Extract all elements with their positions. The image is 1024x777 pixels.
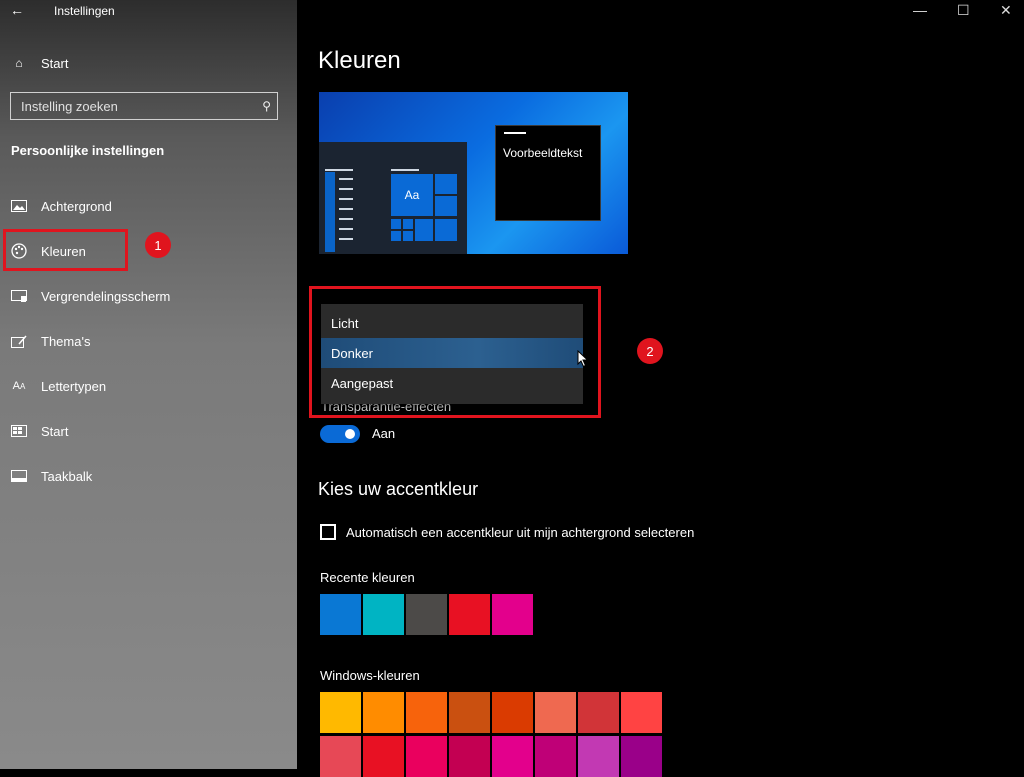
back-arrow-icon[interactable]: ←	[10, 2, 24, 18]
main-content: — ☐ ✕ Kleuren Aa Voorbeeldtekst Transpar…	[297, 0, 1024, 777]
color-swatch[interactable]	[535, 736, 576, 777]
color-swatch[interactable]	[449, 736, 490, 777]
color-swatch[interactable]	[578, 736, 619, 777]
sidebar-item-vergrendelingsscherm[interactable]: Vergrendelingsscherm	[0, 276, 297, 316]
font-icon: AA	[12, 380, 26, 392]
preview-tile	[403, 219, 413, 229]
preview-line	[391, 169, 419, 171]
color-swatch[interactable]	[320, 594, 361, 635]
preview-line	[339, 208, 353, 210]
preview-sample-text: Voorbeeldtekst	[503, 146, 583, 160]
color-swatch[interactable]	[492, 692, 533, 733]
search-input[interactable]	[11, 97, 253, 115]
search-box[interactable]: ⚲	[10, 92, 278, 120]
preview-line	[339, 178, 353, 180]
recent-colors-label: Recente kleuren	[320, 570, 415, 585]
preview-tile	[435, 196, 457, 216]
sidebar-item-label: Lettertypen	[41, 378, 107, 394]
sidebar-item-achtergrond[interactable]: Achtergrond	[0, 186, 297, 226]
nav-home-label: Start	[41, 55, 69, 71]
theme-preview: Aa Voorbeeldtekst	[319, 92, 628, 254]
color-swatch[interactable]	[449, 594, 490, 635]
section-title: Persoonlijke instellingen	[11, 143, 165, 158]
sidebar: ← Instellingen ⌂ Start ⚲ Persoonlijke in…	[0, 0, 297, 769]
color-swatch[interactable]	[406, 692, 447, 733]
preview-tile	[435, 219, 457, 241]
color-swatch[interactable]	[535, 692, 576, 733]
sidebar-item-label: Achtergrond	[41, 198, 112, 214]
color-swatch[interactable]	[621, 736, 662, 777]
windows-colors-label: Windows-kleuren	[320, 668, 420, 683]
home-icon: ⌂	[15, 56, 23, 70]
sidebar-item-themas[interactable]: Thema's	[0, 321, 297, 361]
color-swatch[interactable]	[363, 692, 404, 733]
transparency-toggle[interactable]	[320, 425, 360, 443]
color-swatch[interactable]	[406, 594, 447, 635]
preview-tile	[391, 219, 401, 229]
preview-tile	[415, 219, 433, 241]
sidebar-item-label: Taakbalk	[41, 468, 93, 484]
sidebar-item-start[interactable]: Start	[0, 411, 297, 451]
color-swatch[interactable]	[621, 692, 662, 733]
annotation-box-2	[309, 286, 601, 418]
preview-taskbar	[325, 172, 335, 252]
title-bar: ← Instellingen	[0, 0, 297, 22]
preview-line	[339, 228, 353, 230]
sidebar-item-taakbalk[interactable]: Taakbalk	[0, 456, 297, 496]
annotation-badge-2: 2	[637, 338, 663, 364]
sidebar-item-label: Thema's	[41, 333, 91, 349]
color-swatch[interactable]	[320, 736, 361, 777]
preview-start-menu: Aa	[319, 142, 467, 254]
annotation-box-1	[3, 229, 128, 271]
sidebar-item-lettertypen[interactable]: AA Lettertypen	[0, 366, 297, 406]
preview-tile-aa: Aa	[391, 174, 433, 216]
auto-accent-checkbox[interactable]	[320, 524, 336, 540]
preview-line	[339, 198, 353, 200]
accent-title: Kies uw accentkleur	[318, 479, 479, 499]
preview-line	[339, 188, 353, 190]
preview-line	[325, 169, 353, 171]
transparency-state: Aan	[372, 426, 396, 441]
theme-icon	[10, 334, 28, 348]
color-swatch[interactable]	[363, 736, 404, 777]
app-title: Instellingen	[54, 4, 115, 18]
color-swatch[interactable]	[363, 594, 404, 635]
preview-tile	[435, 174, 457, 194]
color-swatch[interactable]	[492, 736, 533, 777]
page-title: Kleuren	[318, 47, 401, 74]
preview-tile	[391, 231, 401, 241]
sidebar-item-label: Vergrendelingsscherm	[41, 288, 171, 304]
color-swatch[interactable]	[320, 692, 361, 733]
color-swatch[interactable]	[449, 692, 490, 733]
auto-accent-label: Automatisch een accentkleur uit mijn ach…	[346, 525, 695, 540]
search-icon[interactable]: ⚲	[262, 99, 271, 113]
lock-screen-icon	[10, 289, 28, 303]
minimize-button[interactable]: —	[913, 2, 927, 18]
close-button[interactable]: ✕	[1000, 2, 1012, 19]
annotation-badge-1: 1	[145, 232, 171, 258]
color-swatch[interactable]	[578, 692, 619, 733]
preview-line	[339, 218, 353, 220]
nav-home[interactable]: ⌂ Start	[0, 43, 297, 83]
preview-window-bar	[504, 132, 526, 134]
preview-line	[339, 238, 353, 240]
toggle-knob	[345, 429, 355, 439]
image-icon	[10, 199, 28, 213]
preview-tile	[403, 231, 413, 241]
sidebar-item-label: Start	[41, 423, 69, 439]
color-swatch[interactable]	[406, 736, 447, 777]
preview-window: Voorbeeldtekst	[495, 125, 601, 221]
start-icon	[10, 424, 28, 438]
taskbar-icon	[10, 469, 28, 483]
color-swatch[interactable]	[492, 594, 533, 635]
maximize-button[interactable]: ☐	[957, 2, 970, 19]
